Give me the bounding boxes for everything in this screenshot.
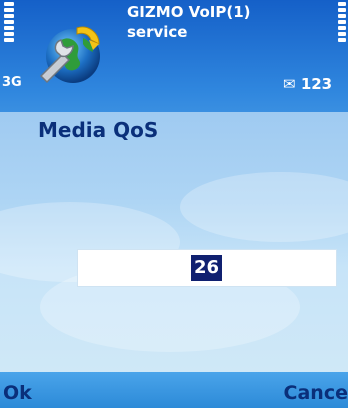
phone-screen: 3G GIZMO VoIP(1) service ✉ 123 Media QoS… [0,0,348,408]
app-title-line2: service [127,23,188,41]
network-type-label: 3G [2,75,22,90]
battery-level-icon [338,2,346,44]
qos-value-input[interactable]: 26 [77,249,337,287]
mail-envelope-icon: ✉ [283,75,296,93]
dialog-title: Media QoS [38,118,159,142]
signal-strength-icon [4,2,14,44]
app-title-line1: GIZMO VoIP(1) [127,3,251,21]
background-cloud [180,172,348,242]
softkey-bar: Ok Cance [0,372,348,408]
ok-softkey[interactable]: Ok [3,382,32,404]
qos-value-text[interactable]: 26 [191,255,223,281]
app-title: GIZMO VoIP(1) service [127,2,251,42]
query-dialog: Media QoS 26 [0,112,348,372]
status-pane: 3G GIZMO VoIP(1) service ✉ 123 [0,0,348,102]
cancel-softkey[interactable]: Cance [284,382,348,404]
mail-indicator: ✉ 123 [283,75,332,93]
mail-count: 123 [300,75,333,93]
gizmo-voip-icon [39,26,100,84]
